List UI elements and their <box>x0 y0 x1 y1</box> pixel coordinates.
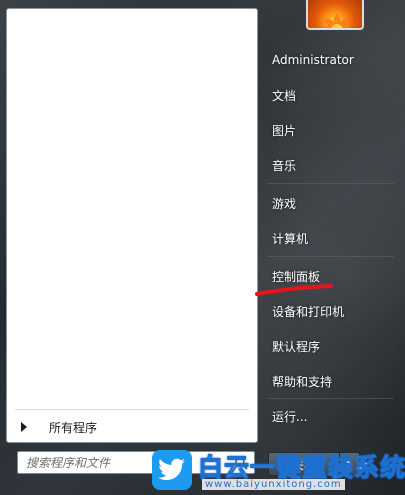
menu-item-games[interactable]: 游戏 <box>264 189 394 217</box>
flower-picture-icon <box>323 14 351 28</box>
menu-item-label: 计算机 <box>272 231 309 246</box>
menu-item-devices-printers[interactable]: 设备和打印机 <box>264 297 394 325</box>
search-placeholder: 搜索程序和文件 <box>26 456 111 470</box>
menu-item-label: Administrator <box>272 53 354 67</box>
shutdown-options-button[interactable] <box>340 452 360 476</box>
menu-item-label: 设备和打印机 <box>272 304 345 319</box>
menu-separator <box>268 398 394 399</box>
shutdown-label: 关机 <box>291 457 316 472</box>
menu-item-administrator[interactable]: Administrator <box>264 46 394 74</box>
menu-item-label: 音乐 <box>272 158 297 173</box>
search-icon[interactable] <box>234 456 248 470</box>
menu-separator <box>268 183 394 184</box>
all-programs-label: 所有程序 <box>49 420 98 435</box>
user-avatar[interactable] <box>306 0 364 30</box>
red-underline-annotation <box>255 284 333 296</box>
menu-item-pictures[interactable]: 图片 <box>264 116 394 144</box>
menu-item-label: 文档 <box>272 88 297 103</box>
menu-item-computer[interactable]: 计算机 <box>264 224 394 252</box>
menu-item-label: 默认程序 <box>272 339 321 354</box>
all-programs-divider <box>15 409 249 410</box>
menu-item-default-programs[interactable]: 默认程序 <box>264 332 394 360</box>
arrow-right-icon <box>21 422 27 432</box>
menu-item-label: 运行... <box>272 409 308 424</box>
all-programs-button[interactable]: 所有程序 <box>11 414 253 440</box>
menu-item-help-support[interactable]: 帮助和支持 <box>264 367 394 395</box>
arrow-right-icon <box>347 460 352 468</box>
menu-item-label: 图片 <box>272 123 297 138</box>
menu-item-run[interactable]: 运行... <box>264 402 394 430</box>
programs-panel: 所有程序 <box>6 8 258 443</box>
menu-separator <box>268 256 394 257</box>
menu-item-label: 游戏 <box>272 196 297 211</box>
menu-item-music[interactable]: 音乐 <box>264 151 394 179</box>
menu-item-label: 帮助和支持 <box>272 374 333 389</box>
menu-item-documents[interactable]: 文档 <box>264 81 394 109</box>
shutdown-button[interactable]: 关机 <box>268 452 340 476</box>
start-menu: 所有程序 搜索程序和文件 Administrator 文档 图片 音乐 游戏 计… <box>0 0 405 495</box>
search-input[interactable]: 搜索程序和文件 <box>17 451 255 474</box>
watermark-url: www.baiyunxitong.com <box>202 479 345 490</box>
